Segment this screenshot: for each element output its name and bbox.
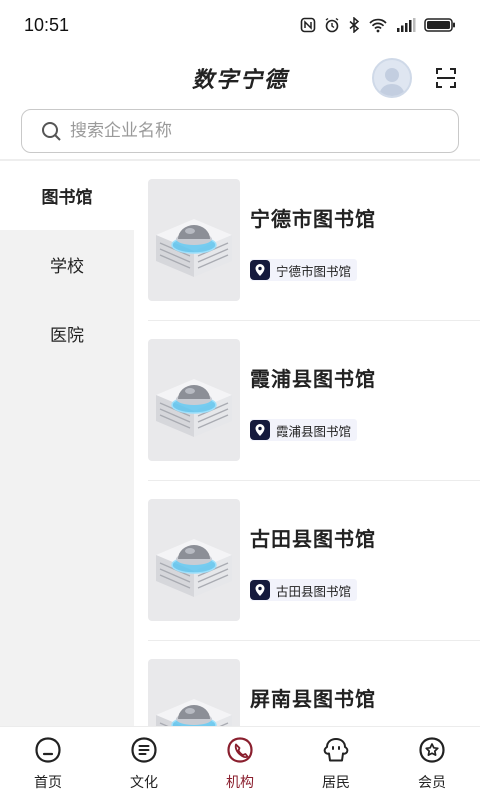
nav-item-culture[interactable]: 文化 — [96, 727, 192, 800]
item-title: 古田县图书馆 — [250, 527, 376, 551]
sidebar-item-label: 医院 — [50, 326, 84, 346]
nav-item-member[interactable]: 会员 — [384, 727, 480, 800]
member-icon — [419, 737, 445, 763]
item-tag-text: 霞浦县图书馆 — [276, 423, 352, 439]
nav-item-home[interactable]: 首页 — [0, 727, 96, 800]
battery-icon — [424, 18, 455, 32]
library-list: 宁德市图书馆 宁德市图书馆 霞浦县图书馆 霞浦县图书馆 古田县图书馆 古田县图书… — [134, 161, 480, 726]
nav-item-resident[interactable]: 居民 — [288, 727, 384, 800]
sidebar-item-label: 图书馆 — [41, 188, 93, 208]
app-header: 数字宁德 — [0, 50, 480, 106]
sidebar-item-school[interactable]: 学校 — [0, 230, 134, 299]
item-tag: 霞浦县图书馆 — [250, 419, 358, 441]
scan-button[interactable] — [434, 66, 458, 90]
item-tag-text: 宁德市图书馆 — [276, 263, 352, 279]
signal-icon — [397, 18, 416, 32]
item-title: 屏南县图书馆 — [250, 687, 376, 711]
search-input[interactable] — [70, 121, 430, 141]
building-icon — [148, 179, 240, 301]
wifi-icon — [369, 18, 387, 33]
item-title: 霞浦县图书馆 — [250, 367, 376, 391]
sidebar-item-label: 学校 — [50, 257, 84, 277]
scan-icon — [436, 68, 456, 88]
item-title: 宁德市图书馆 — [250, 207, 376, 231]
sidebar-item-library[interactable]: 图书馆 — [0, 161, 134, 230]
item-tag: 古田县图书馆 — [250, 579, 358, 601]
nav-label: 会员 — [418, 775, 446, 791]
library-thumbnail — [148, 179, 240, 301]
app-title: 数字宁德 — [191, 67, 288, 93]
avatar[interactable] — [372, 58, 412, 98]
user-avatar-icon — [379, 68, 405, 96]
nav-label: 文化 — [130, 775, 158, 791]
bluetooth-icon — [349, 17, 360, 33]
resident-icon — [323, 738, 349, 762]
list-item[interactable]: 古田县图书馆 古田县图书馆 — [148, 481, 480, 641]
item-tag: 宁德市图书馆 — [250, 259, 358, 281]
status-time: 10:51 — [24, 14, 70, 35]
culture-icon — [131, 737, 157, 763]
institution-icon — [227, 737, 253, 763]
alarm-icon — [325, 17, 339, 33]
building-icon — [148, 499, 240, 621]
status-icons — [300, 17, 456, 33]
location-pin-icon — [250, 420, 270, 440]
category-sidebar: 图书馆 学校 医院 — [0, 161, 134, 726]
sidebar-item-hospital[interactable]: 医院 — [0, 299, 134, 368]
search-bar[interactable] — [21, 109, 459, 153]
nfc-icon — [300, 17, 316, 33]
status-bar: 10:51 — [0, 0, 480, 50]
location-pin-icon — [250, 260, 270, 280]
library-thumbnail — [148, 499, 240, 621]
building-icon — [148, 659, 240, 726]
home-icon — [35, 737, 61, 763]
building-icon — [148, 339, 240, 461]
library-thumbnail — [148, 339, 240, 461]
nav-label: 首页 — [34, 775, 62, 791]
library-thumbnail — [148, 659, 240, 726]
list-item[interactable]: 宁德市图书馆 宁德市图书馆 — [148, 161, 480, 321]
list-item[interactable]: 屏南县图书馆 — [148, 641, 480, 726]
search-icon — [42, 122, 61, 141]
nav-label: 居民 — [322, 775, 350, 791]
nav-item-institution[interactable]: 机构 — [192, 727, 288, 800]
bottom-nav: 首页 文化 机构 居民 会员 — [0, 726, 480, 800]
list-item[interactable]: 霞浦县图书馆 霞浦县图书馆 — [148, 321, 480, 481]
location-pin-icon — [250, 580, 270, 600]
nav-label: 机构 — [226, 775, 254, 791]
item-tag-text: 古田县图书馆 — [276, 583, 352, 599]
